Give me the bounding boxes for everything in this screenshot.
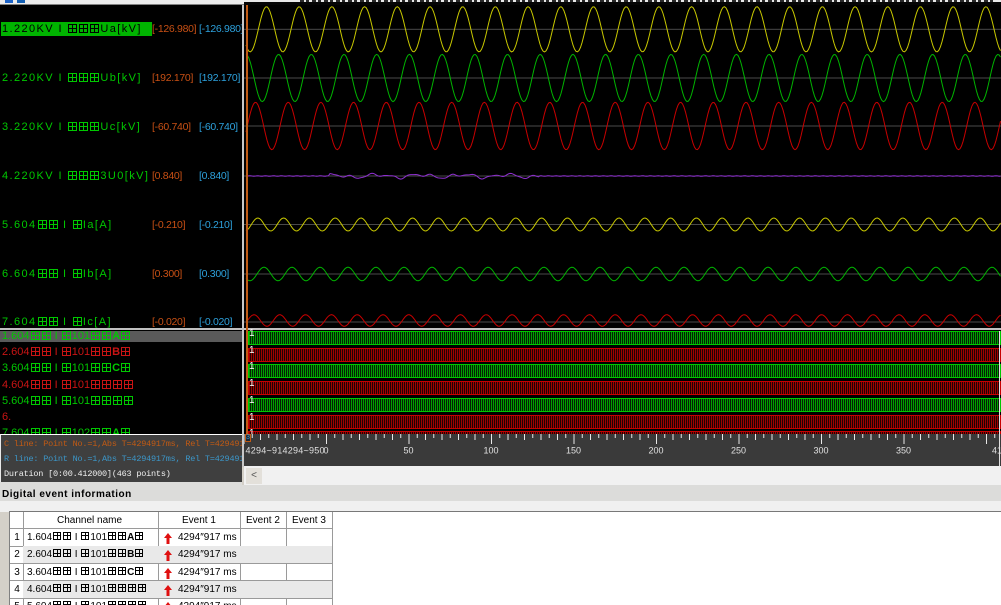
svg-text:50: 50	[403, 446, 413, 456]
svg-text:150: 150	[566, 446, 581, 456]
svg-text:4294~914294~950: 4294~914294~950	[246, 446, 325, 456]
svg-text:100: 100	[483, 446, 498, 456]
svg-text:350: 350	[896, 446, 911, 456]
svg-text:300: 300	[813, 446, 828, 456]
svg-text:250: 250	[731, 446, 746, 456]
svg-text:200: 200	[648, 446, 663, 456]
